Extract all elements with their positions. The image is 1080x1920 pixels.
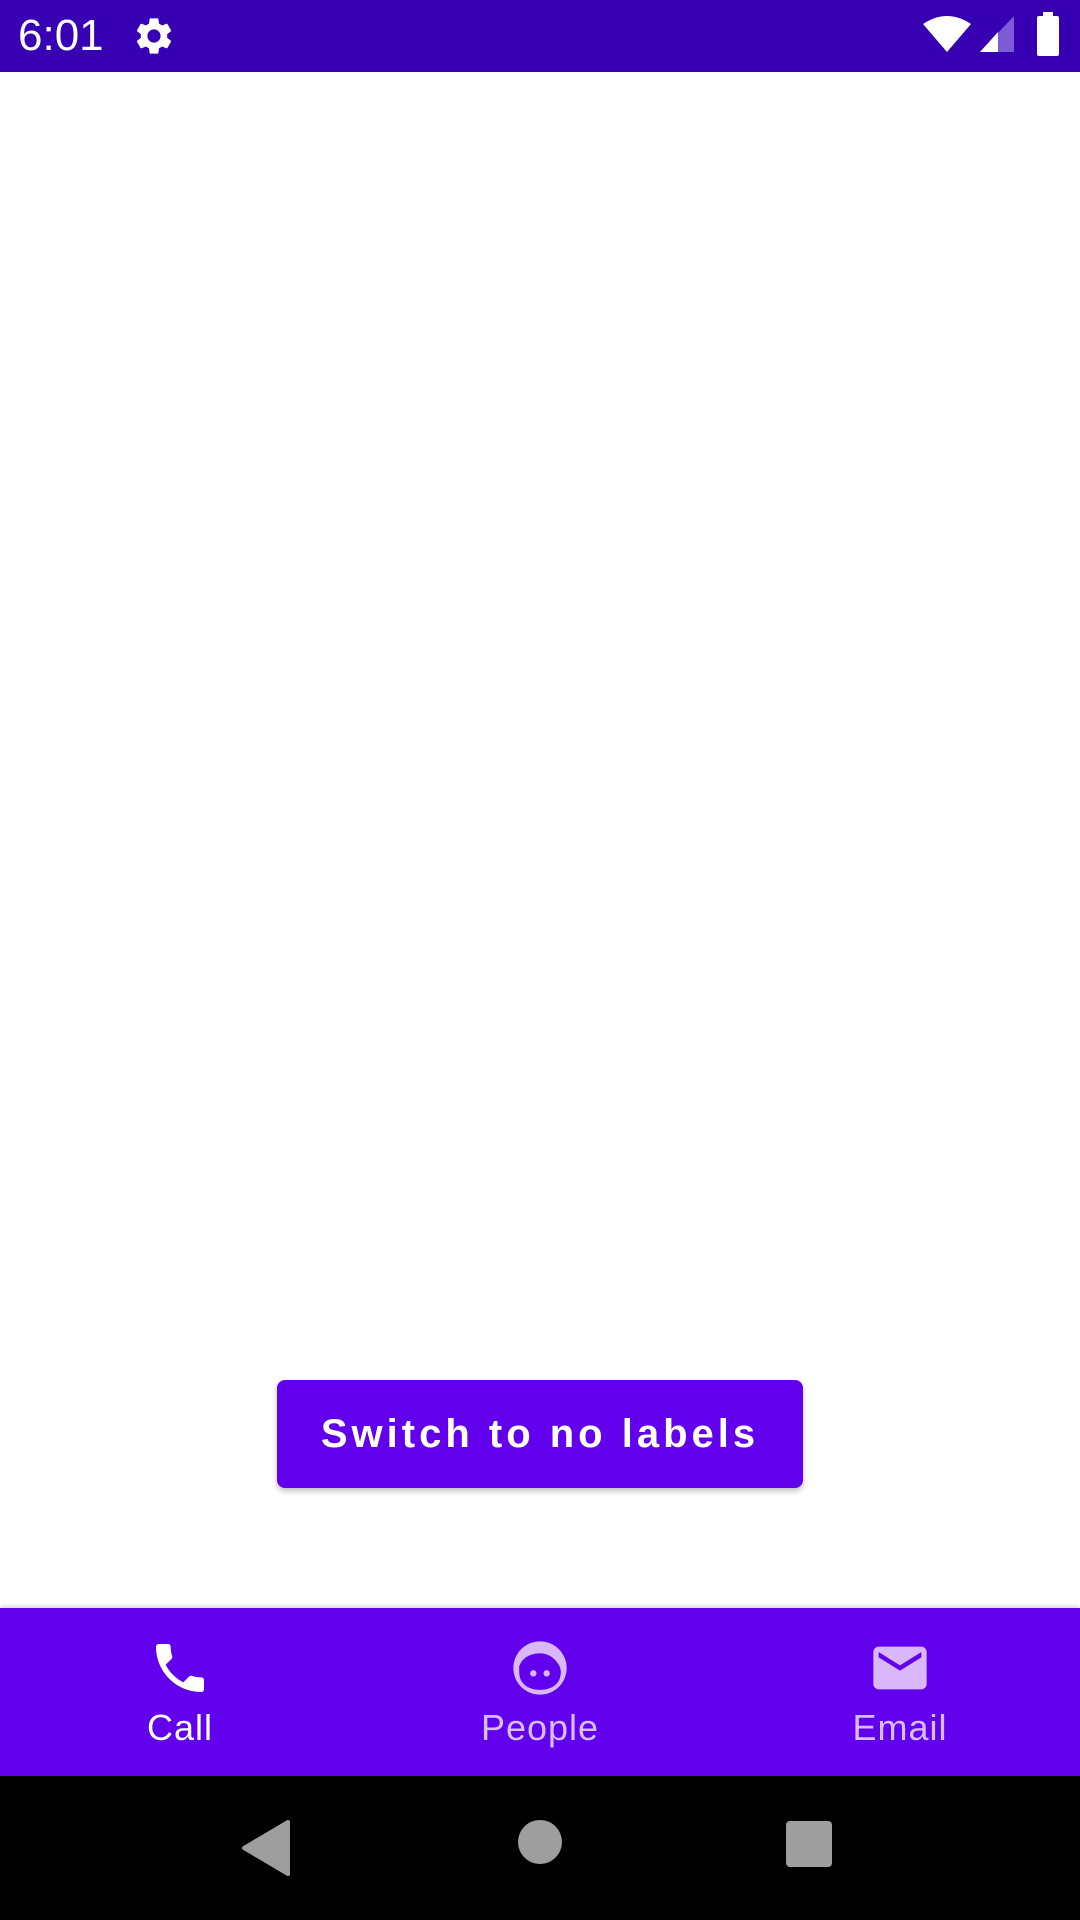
content-area: Switch to no labels <box>0 72 1080 1608</box>
email-icon <box>873 1646 927 1690</box>
status-time: 6:01 <box>18 11 104 60</box>
face-icon <box>513 1641 567 1695</box>
nav-item-call[interactable]: Call <box>0 1608 360 1776</box>
nav-item-email[interactable]: Email <box>720 1608 1080 1776</box>
switch-to-no-labels-button[interactable]: Switch to no labels <box>277 1380 803 1488</box>
home-icon[interactable] <box>518 1820 562 1864</box>
nav-label-people: People <box>480 1707 600 1748</box>
bottom-navigation: Call People Email <box>0 1608 1080 1776</box>
nav-item-people[interactable]: People <box>360 1608 720 1776</box>
back-icon[interactable] <box>240 1820 290 1876</box>
phone-icon <box>156 1644 204 1692</box>
wifi-icon <box>923 16 971 52</box>
gear-icon <box>136 18 172 54</box>
battery-icon <box>1037 12 1059 56</box>
system-navigation-bar <box>0 1776 1080 1920</box>
recents-icon[interactable] <box>786 1821 832 1867</box>
nav-label-email: Email <box>852 1707 948 1748</box>
cell-signal-icon <box>980 16 1014 52</box>
app-screen: 6:01 Switch to no labels Call People Ema… <box>0 0 1080 1920</box>
status-bar: 6:01 <box>0 0 1080 72</box>
nav-label-call: Call <box>146 1707 213 1748</box>
